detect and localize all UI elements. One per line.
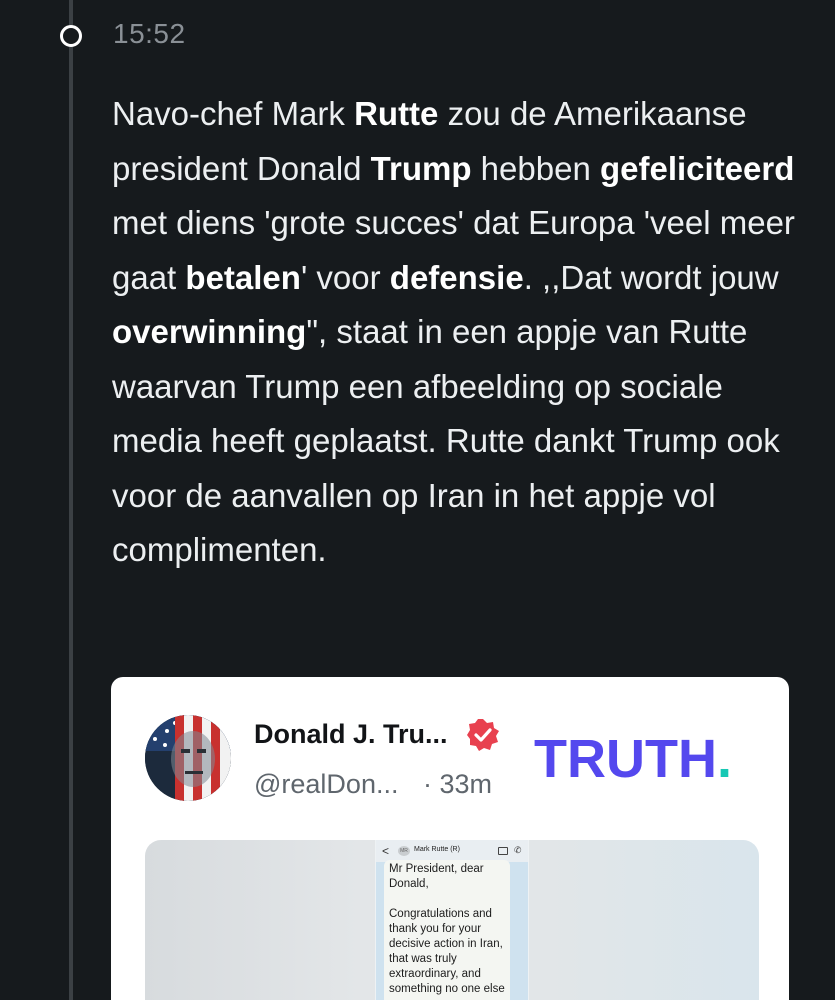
text-segment: Navo-chef Mark xyxy=(112,95,355,132)
avatar[interactable] xyxy=(145,715,231,801)
time-separator: · xyxy=(423,769,432,799)
timeline-dot-icon xyxy=(60,25,82,47)
post-image[interactable]: < MR Mark Rutte (R) ✆ Mr President, dear… xyxy=(145,840,759,1000)
verified-badge-icon xyxy=(467,719,499,751)
message-bubble: Mr President, dear Donald, Congratulatio… xyxy=(384,860,510,1000)
bold-keyword: betalen xyxy=(185,258,301,296)
user-handle[interactable]: @realDon... xyxy=(254,769,398,800)
contact-avatar: MR xyxy=(398,846,410,856)
article-paragraph: Navo-chef Mark Rutte zou de Amerikaanse … xyxy=(112,87,802,578)
post-age: 33m xyxy=(439,769,493,799)
message-line: Mr President, dear Donald, xyxy=(389,863,484,890)
bold-keyword: Rutte xyxy=(354,95,439,132)
bold-keyword: Trump xyxy=(370,149,472,187)
timestamp: 15:52 xyxy=(113,18,186,49)
text-segment: hebben xyxy=(471,149,600,187)
video-call-icon xyxy=(498,847,508,855)
phone-call-icon: ✆ xyxy=(514,845,522,855)
text-segment: ' voor xyxy=(300,258,390,296)
contact-name-text: Mark Rutte xyxy=(414,846,449,853)
timeline-line xyxy=(69,0,73,1000)
back-arrow-icon: < xyxy=(382,844,390,858)
truth-social-embed[interactable]: Donald J. Tru... @realDon... · 33m TRUTH… xyxy=(111,677,789,1000)
message-line: Congratulations and thank you for your d… xyxy=(389,908,505,995)
bold-keyword: gefeliciteerd xyxy=(599,149,795,187)
text-segment: . ,,Dat wordt jouw xyxy=(523,258,779,296)
contact-mark: (R) xyxy=(450,846,460,853)
avatar-image xyxy=(145,715,231,801)
chat-header: < MR Mark Rutte (R) ✆ xyxy=(376,840,528,862)
contact-name: Mark Rutte (R) xyxy=(414,846,460,853)
text-segment: ", staat in een appje van Rutte waarvan … xyxy=(112,313,780,568)
display-name[interactable]: Donald J. Tru... xyxy=(254,719,448,750)
truth-social-logo[interactable]: TRUTH. xyxy=(534,729,732,789)
message-screenshot: < MR Mark Rutte (R) ✆ Mr President, dear… xyxy=(375,840,529,1000)
post-time: · 33m xyxy=(423,769,492,800)
bold-keyword: overwinning xyxy=(112,313,307,350)
logo-dot: . xyxy=(716,729,732,789)
logo-text: TRUTH xyxy=(534,729,717,789)
bold-keyword: defensie xyxy=(389,258,524,296)
